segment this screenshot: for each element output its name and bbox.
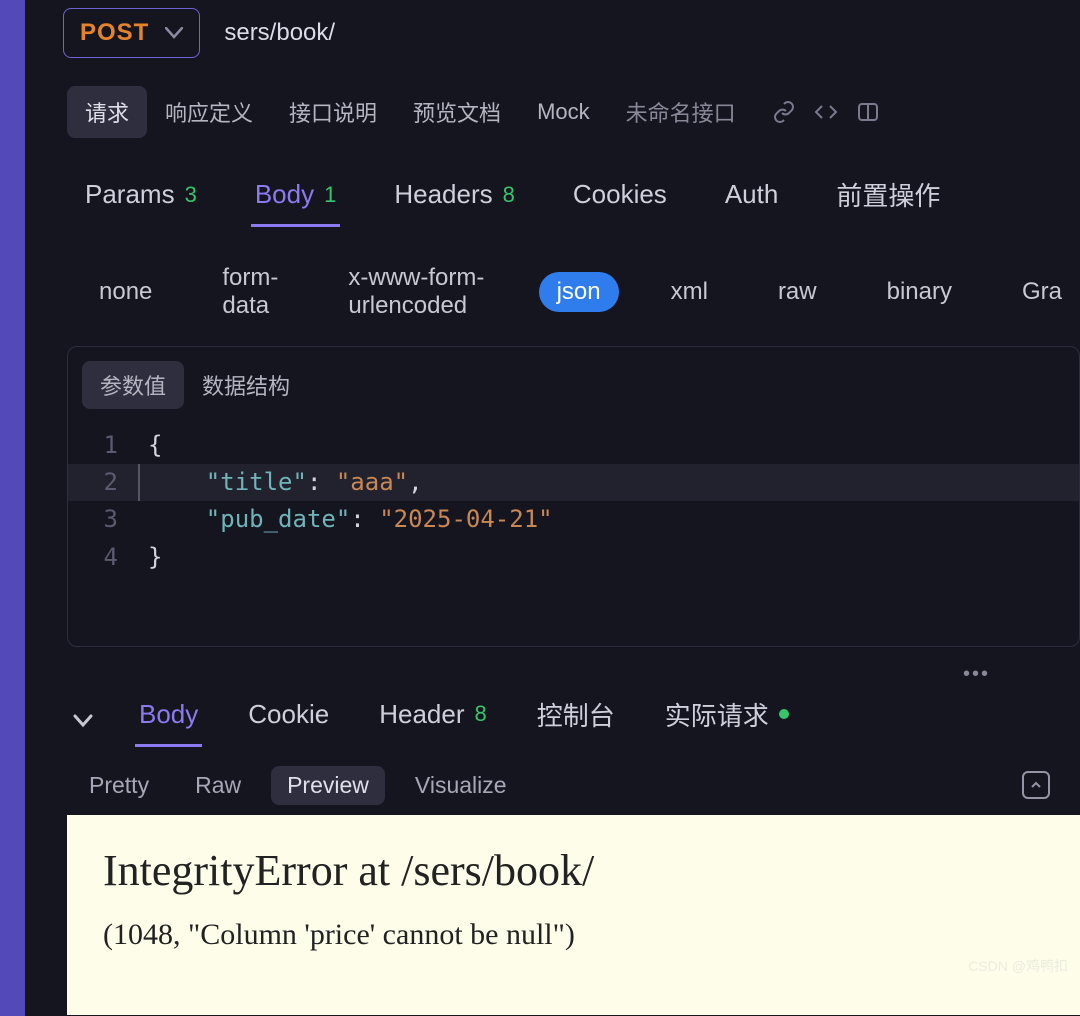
line-number: 2 (68, 464, 138, 501)
view-raw[interactable]: Raw (179, 766, 257, 805)
body-type-urlencoded[interactable]: x-www-form-urlencoded (330, 258, 504, 326)
doc-tab-desc[interactable]: 接口说明 (271, 86, 395, 138)
response-tabs: Body Cookie Header 8 控制台 实际请求 (25, 686, 1080, 750)
view-pretty[interactable]: Pretty (73, 766, 165, 805)
doc-tab-request[interactable]: 请求 (67, 86, 147, 138)
line-number: 3 (68, 501, 138, 538)
http-method-label: POST (80, 19, 149, 47)
resp-tab-cookie-label: Cookie (248, 699, 329, 730)
expand-icon[interactable] (1022, 771, 1050, 799)
collapse-icon[interactable] (73, 708, 93, 734)
body-type-raw[interactable]: raw (760, 272, 835, 312)
chevron-down-icon (165, 23, 183, 44)
tab-headers-count: 8 (503, 182, 515, 208)
body-type-tabs: none form-data x-www-form-urlencoded jso… (25, 230, 1080, 326)
doc-tab-unnamed: 未命名接口 (608, 86, 754, 138)
url-input[interactable]: sers/book/ (216, 9, 1080, 57)
line-number: 1 (68, 427, 138, 464)
tab-headers-label: Headers (394, 179, 492, 210)
more-icon[interactable]: ••• (25, 663, 1080, 686)
line-number: 4 (68, 539, 138, 576)
editor-tab-schema[interactable]: 数据结构 (184, 361, 308, 409)
http-method-select[interactable]: POST (63, 8, 200, 58)
tab-auth-label: Auth (725, 179, 779, 210)
request-tabs: Params 3 Body 1 Headers 8 Cookies Auth 前… (25, 168, 1080, 230)
body-type-graphql[interactable]: Gra (1004, 272, 1080, 312)
tab-prescript-label: 前置操作 (836, 176, 940, 213)
doc-tab-preview-doc[interactable]: 预览文档 (395, 86, 519, 138)
link-icon[interactable] (772, 100, 796, 124)
resp-tab-actual-label: 实际请求 (665, 696, 769, 733)
tab-auth[interactable]: Auth (721, 171, 783, 227)
watermark: CSDN @鸡鸭扣 (968, 956, 1068, 976)
panel-icon[interactable] (856, 100, 880, 124)
resp-tab-header-count: 8 (474, 701, 486, 727)
editor-tab-value[interactable]: 参数值 (82, 361, 184, 409)
resp-tab-console-label: 控制台 (537, 696, 615, 733)
resp-tab-actual[interactable]: 实际请求 (661, 692, 793, 750)
body-type-none[interactable]: none (81, 272, 170, 312)
tab-cookies[interactable]: Cookies (569, 171, 671, 227)
tab-headers[interactable]: Headers 8 (390, 171, 519, 227)
resp-tab-cookie[interactable]: Cookie (244, 695, 333, 747)
view-mode-tabs: Pretty Raw Preview Visualize (25, 750, 1080, 815)
doc-tab-mock[interactable]: Mock (519, 89, 608, 135)
tab-body-label: Body (255, 179, 314, 210)
body-type-json[interactable]: json (539, 272, 619, 312)
tab-prescript[interactable]: 前置操作 (832, 168, 944, 230)
tab-params-label: Params (85, 179, 175, 210)
resp-tab-header-label: Header (379, 699, 464, 730)
response-preview: IntegrityError at /sers/book/ (1048, "Co… (67, 815, 1080, 1015)
tab-body[interactable]: Body 1 (251, 171, 341, 227)
doc-tabs: 请求 响应定义 接口说明 预览文档 Mock 未命名接口 (25, 86, 1080, 138)
error-title: IntegrityError at /sers/book/ (103, 845, 1044, 896)
body-type-xml[interactable]: xml (653, 272, 726, 312)
error-message: (1048, "Column 'price' cannot be null") (103, 918, 1044, 952)
resp-tab-body-label: Body (139, 699, 198, 730)
body-type-form-data[interactable]: form-data (204, 258, 296, 326)
body-editor: 参数值 数据结构 1 { 2 "title": "aaa", 3 "pub_da… (67, 346, 1080, 647)
resp-tab-body[interactable]: Body (135, 695, 202, 747)
resp-tab-header[interactable]: Header 8 (375, 695, 491, 747)
code-editor[interactable]: 1 { 2 "title": "aaa", 3 "pub_date": "202… (68, 415, 1079, 646)
resp-tab-console[interactable]: 控制台 (533, 692, 619, 750)
tab-params-count: 3 (185, 182, 197, 208)
doc-tab-response-def[interactable]: 响应定义 (147, 86, 271, 138)
status-dot-icon (779, 709, 789, 719)
view-visualize[interactable]: Visualize (399, 766, 523, 805)
code-icon[interactable] (814, 100, 838, 124)
tab-body-count: 1 (324, 182, 336, 208)
tab-cookies-label: Cookies (573, 179, 667, 210)
tab-params[interactable]: Params 3 (81, 171, 201, 227)
body-type-binary[interactable]: binary (869, 272, 970, 312)
view-preview[interactable]: Preview (271, 766, 385, 805)
